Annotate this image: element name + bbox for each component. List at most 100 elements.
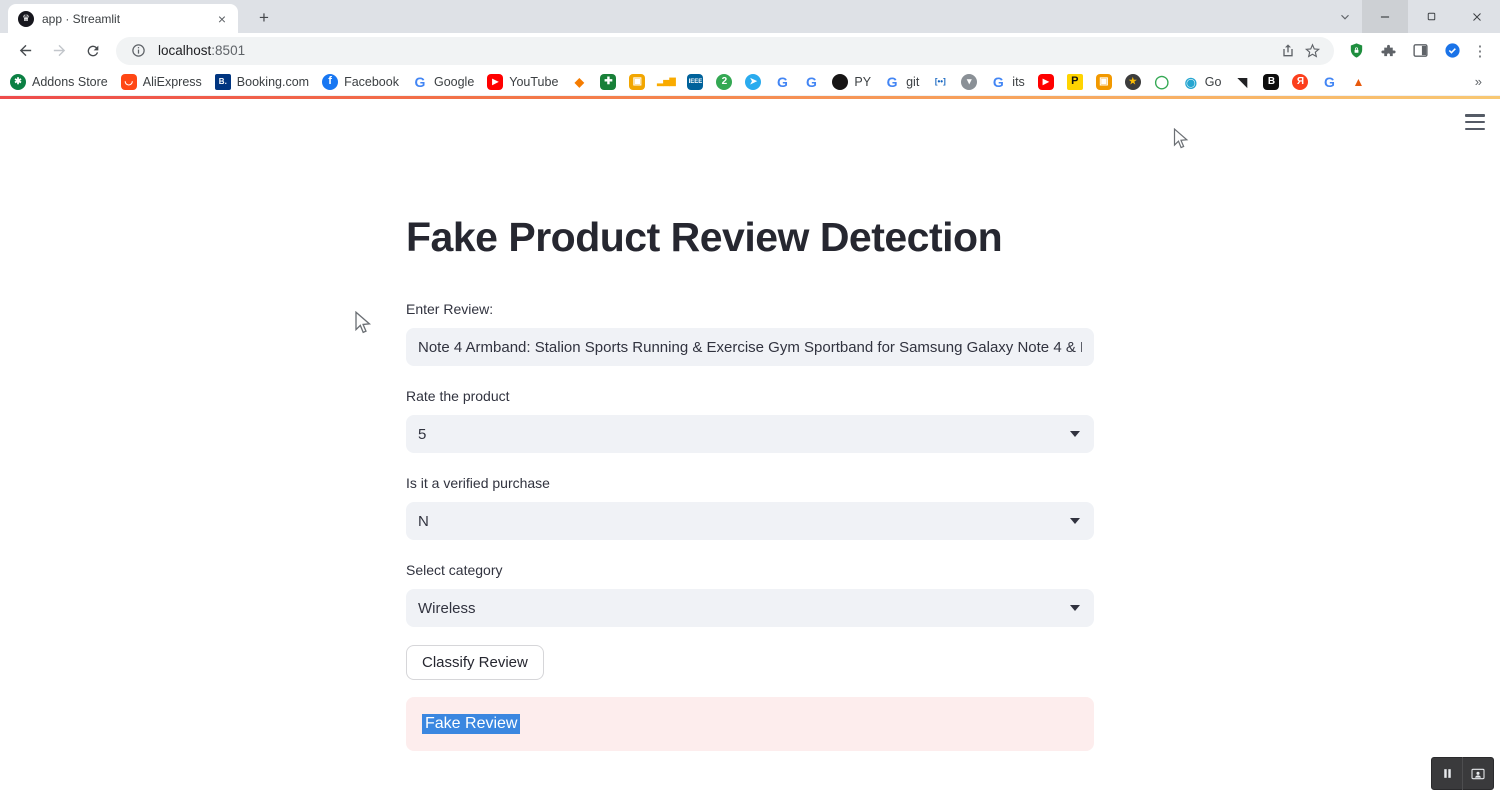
bookmark-label: its [1012, 74, 1025, 89]
bookmark-item[interactable]: G [774, 74, 790, 90]
extensions-puzzle-icon[interactable] [1374, 37, 1402, 65]
new-tab-button[interactable]: + [252, 6, 276, 30]
url-host: localhost [158, 42, 212, 58]
bookmark-item[interactable]: ✱ Addons Store [10, 73, 108, 90]
bookmark-favicon-icon: ▣ [629, 73, 646, 90]
category-select[interactable]: Wireless [406, 589, 1094, 627]
bookmark-item[interactable]: ▲ [1350, 74, 1366, 90]
bookmark-favicon-icon: ★ [1124, 73, 1141, 90]
bookmarks-overflow-chevron[interactable]: » [1467, 74, 1490, 89]
adblock-extension-icon[interactable] [1342, 37, 1370, 65]
bookmark-item[interactable]: 2 [716, 73, 733, 90]
bookmark-star-icon[interactable] [1300, 39, 1324, 63]
bookmark-item[interactable]: IEEE [687, 73, 704, 90]
verified-select-label: Is it a verified purchase [406, 475, 550, 491]
bookmark-favicon-icon: G [886, 73, 898, 90]
bookmark-favicon-icon: G [805, 73, 817, 90]
bookmark-favicon-icon: G [776, 73, 788, 90]
bookmark-item[interactable]: ★ [1124, 73, 1141, 90]
window-controls [1362, 0, 1500, 33]
bookmark-item[interactable]: G [803, 74, 819, 90]
bookmark-item[interactable]: ▂▅▇ [657, 74, 676, 90]
tab-title: app · Streamlit [42, 11, 121, 26]
bookmark-item[interactable]: ◉ Go [1183, 74, 1222, 90]
tab-search-chevron-icon[interactable] [1330, 0, 1360, 33]
pause-recording-button[interactable] [1432, 757, 1462, 790]
bookmark-item[interactable]: ◆ [571, 74, 587, 90]
bookmark-favicon-icon: ▲ [1352, 74, 1365, 89]
screen-recorder-overlay [1431, 757, 1494, 790]
bookmark-item[interactable]: [••] [932, 74, 948, 90]
page-title: Fake Product Review Detection [406, 214, 1003, 260]
bookmark-item[interactable]: G Google [412, 74, 475, 90]
forward-button[interactable] [45, 37, 73, 65]
bookmark-label: Go [1204, 74, 1222, 89]
chevron-down-icon [1070, 431, 1080, 437]
safe-browsing-shield-icon[interactable] [1438, 37, 1466, 65]
tab-close-icon[interactable]: × [214, 11, 230, 27]
reload-button[interactable] [79, 37, 107, 65]
bookmark-favicon-icon: ▂▅▇ [657, 76, 676, 86]
bookmark-label: YouTube [509, 74, 559, 89]
bookmark-favicon-icon: ◆ [574, 74, 585, 89]
bookmark-item[interactable]: f Facebook [322, 73, 399, 90]
bookmark-item[interactable]: ◯ [1154, 74, 1170, 90]
bookmark-favicon-icon: B. [214, 73, 231, 90]
maximize-button[interactable] [1408, 0, 1454, 33]
side-panel-icon[interactable] [1406, 37, 1434, 65]
bookmark-favicon-icon: ▣ [1095, 73, 1112, 90]
browser-window: ♛ app · Streamlit × + localhost:8501 ⋮ ✱… [0, 0, 1500, 96]
verified-select[interactable]: N [406, 502, 1094, 540]
bookmark-favicon-icon: P [1066, 73, 1083, 90]
browser-tab[interactable]: ♛ app · Streamlit × [8, 4, 238, 33]
webcam-toggle-button[interactable] [1463, 757, 1493, 790]
address-bar[interactable]: localhost:8501 [116, 36, 1334, 65]
minimize-button[interactable] [1362, 0, 1408, 33]
bookmark-item[interactable]: B. Booking.com [214, 73, 310, 90]
bookmark-item[interactable]: ▾ [961, 73, 978, 90]
bookmark-item[interactable]: ▣ [629, 73, 646, 90]
rating-select-label: Rate the product [406, 388, 510, 404]
bookmark-item[interactable]: ▣ [1095, 73, 1112, 90]
bookmark-item[interactable]: ▶ [1037, 73, 1054, 90]
bookmark-label: Addons Store [32, 74, 108, 89]
bookmark-favicon-icon: f [322, 73, 339, 90]
verified-selected-value: N [418, 512, 429, 530]
bookmark-item[interactable]: B [1263, 73, 1280, 90]
category-selected-value: Wireless [418, 599, 476, 617]
browser-menu-icon[interactable]: ⋮ [1468, 42, 1492, 60]
chevron-down-icon [1070, 518, 1080, 524]
bookmark-favicon-icon: 2 [716, 73, 733, 90]
browser-toolbar: localhost:8501 ⋮ [0, 33, 1500, 68]
bookmark-label: AliExpress [142, 74, 202, 89]
rating-select[interactable]: 5 [406, 415, 1094, 453]
bookmark-label: git [906, 74, 920, 89]
bookmark-item[interactable]: G git [884, 73, 920, 90]
classify-review-button[interactable]: Classify Review [406, 645, 544, 680]
tab-strip: ♛ app · Streamlit × + [0, 0, 1500, 33]
bookmark-item[interactable]: P [1066, 73, 1083, 90]
bookmark-item[interactable]: ✚ [600, 73, 617, 90]
bookmark-item[interactable]: G its [990, 74, 1025, 90]
main-content: Fake Product Review Detection Enter Revi… [406, 99, 1094, 751]
bookmark-item[interactable]: Я [1292, 73, 1309, 90]
back-button[interactable] [11, 37, 39, 65]
bookmark-item[interactable]: ▶ YouTube [487, 73, 559, 90]
bookmark-item[interactable]: G [1321, 74, 1337, 90]
bookmark-item[interactable]: ◥ [1234, 74, 1250, 90]
close-window-button[interactable] [1454, 0, 1500, 33]
bookmark-item[interactable]: PY [832, 73, 871, 90]
bookmark-label: Booking.com [236, 74, 310, 89]
share-icon[interactable] [1276, 39, 1300, 63]
bookmark-favicon-icon: ◯ [1154, 74, 1170, 89]
bookmark-item[interactable]: ➤ [745, 73, 762, 90]
bookmark-item[interactable]: ◡ AliExpress [120, 73, 202, 90]
review-input-label: Enter Review: [406, 301, 494, 317]
app-menu-button[interactable] [1465, 114, 1485, 130]
bookmark-favicon-icon: ▾ [961, 73, 978, 90]
bookmark-favicon-icon: Я [1292, 73, 1309, 90]
review-input[interactable] [406, 328, 1094, 366]
bookmark-favicon-icon: ✱ [10, 73, 26, 90]
site-info-icon[interactable] [126, 39, 150, 63]
streamlit-app: Fake Product Review Detection Enter Revi… [0, 96, 1500, 794]
